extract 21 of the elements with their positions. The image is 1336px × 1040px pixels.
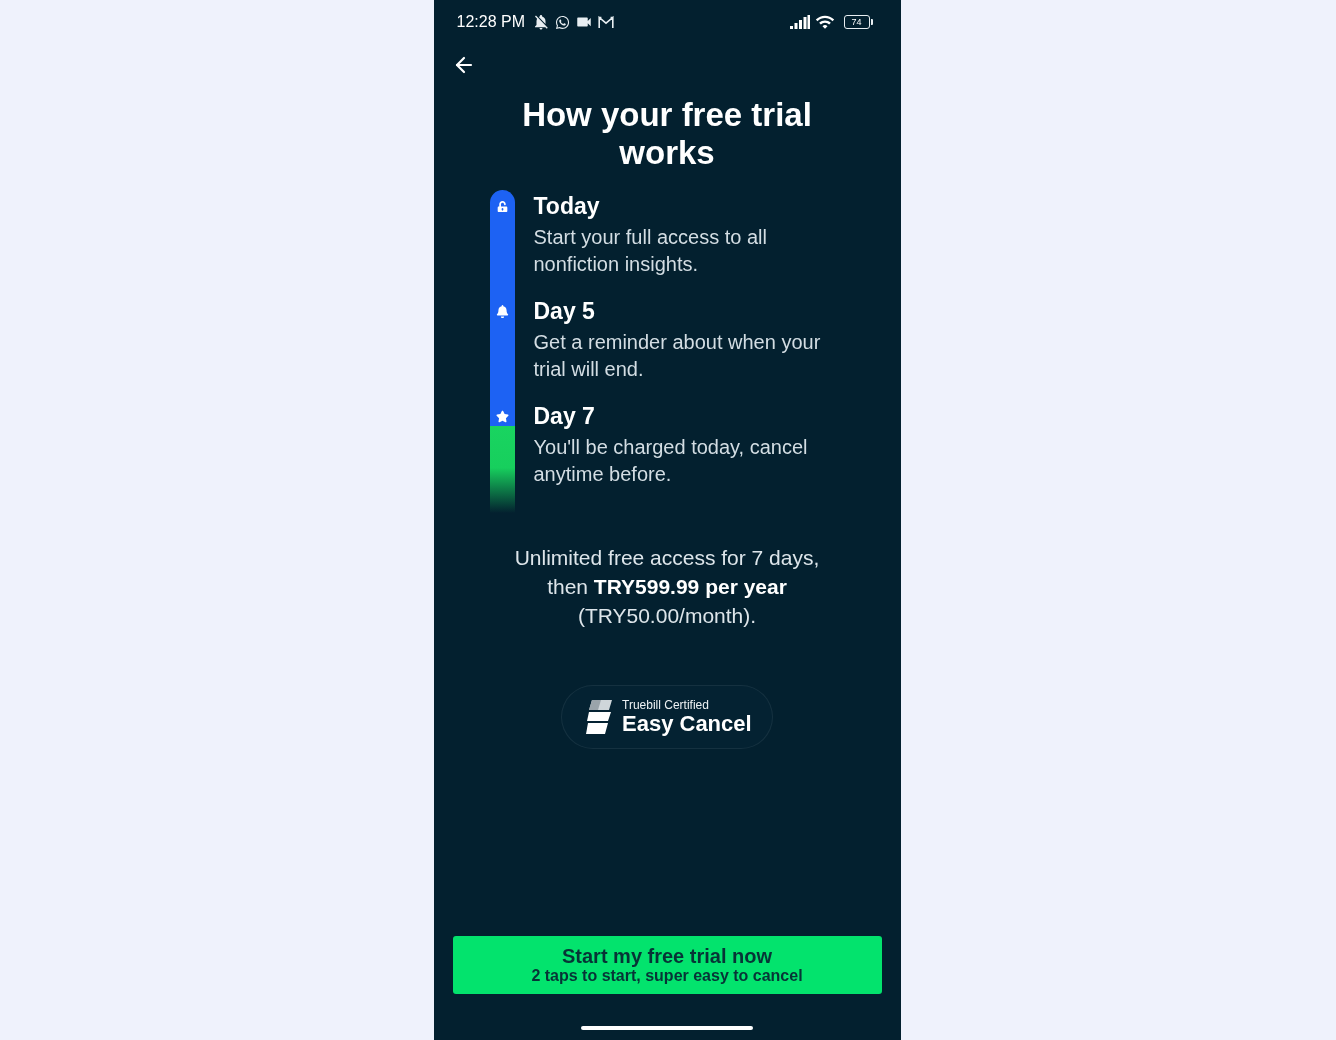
signal-icon bbox=[789, 15, 810, 29]
logo-icon bbox=[586, 700, 614, 734]
page-title: How your free trial works bbox=[521, 96, 813, 172]
step-description: Start your full access to all nonfiction insights. bbox=[533, 225, 768, 277]
badge-title: Easy Cancel bbox=[622, 712, 752, 736]
badge-caption: Truebill Certified bbox=[622, 698, 710, 712]
muted-bell-icon bbox=[532, 13, 550, 31]
mail-icon bbox=[598, 15, 614, 29]
bell-icon bbox=[495, 304, 509, 318]
step-title: Day 5 bbox=[533, 297, 596, 325]
start-trial-button[interactable]: Start my free trial now 2 taps to start, super easy to cancel bbox=[452, 936, 882, 994]
star-icon bbox=[495, 409, 509, 423]
step-description: Get a reminder about when your trial will end. bbox=[533, 330, 822, 382]
battery-indicator: 74 bbox=[843, 15, 870, 29]
status-time: 12:28 PM bbox=[456, 13, 525, 31]
step-description: You'll be charged today, cancel anytime before. bbox=[533, 435, 809, 487]
step-title: Today bbox=[533, 192, 601, 220]
price-note: Unlimited free access for 7 days, then TRY599.99 per year (TRY50.00/month). bbox=[513, 545, 821, 629]
padlock-icon bbox=[496, 200, 508, 212]
step-title: Day 7 bbox=[533, 402, 596, 430]
chat-bubble-icon bbox=[555, 14, 570, 30]
